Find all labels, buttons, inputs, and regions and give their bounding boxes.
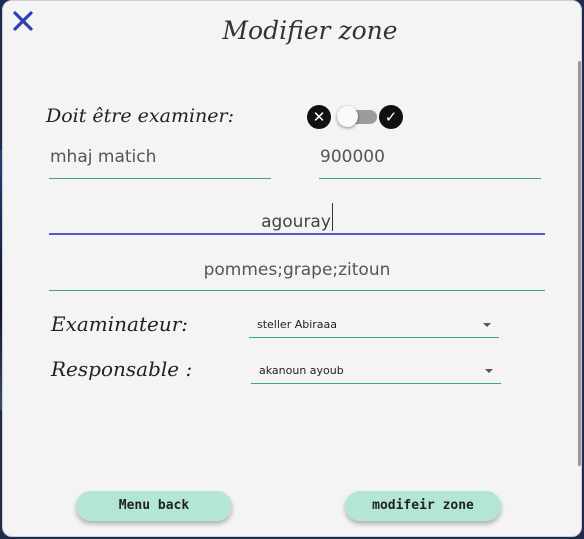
examine-switch[interactable] (337, 106, 379, 127)
examine-toggle-group: ✕ ✓ (307, 103, 409, 131)
examinateur-select[interactable]: steller Abiraaa (249, 313, 499, 338)
close-circle-icon: ✕ (307, 105, 331, 129)
responsable-label: Responsable : (51, 357, 193, 381)
check-circle-icon: ✓ (379, 105, 403, 129)
responsable-selected-value: akanoun ayoub (259, 364, 344, 377)
zone-field-content: agouray (49, 195, 545, 232)
zone-field-value: agouray (261, 212, 331, 232)
menu-back-button[interactable]: Menu back (76, 491, 232, 521)
examinateur-selected-value: steller Abiraaa (257, 318, 338, 331)
chevron-down-icon (483, 323, 491, 327)
switch-knob[interactable] (337, 106, 358, 127)
examine-label: Doit être examiner: (46, 105, 235, 127)
name-field-value: mhaj matich (50, 147, 157, 167)
number-field-value: 900000 (320, 147, 385, 167)
number-field[interactable]: 900000 (319, 143, 541, 179)
examinateur-label: Examinateur: (51, 312, 189, 336)
responsable-select[interactable]: akanoun ayoub (251, 359, 501, 384)
text-caret (331, 203, 333, 231)
chevron-down-icon (485, 369, 493, 373)
modifier-zone-dialog: Modifier zone Doit être examiner: ✕ ✓ mh… (2, 0, 582, 537)
products-field[interactable]: pommes;grape;zitoun (49, 254, 545, 291)
dialog-title: Modifier zone (222, 16, 398, 45)
zone-field[interactable]: agouray (49, 195, 545, 235)
products-field-value: pommes;grape;zitoun (203, 260, 391, 280)
name-field[interactable]: mhaj matich (49, 143, 271, 179)
modify-zone-button[interactable]: modifeir zone (345, 491, 501, 521)
scrollbar[interactable] (578, 61, 581, 466)
